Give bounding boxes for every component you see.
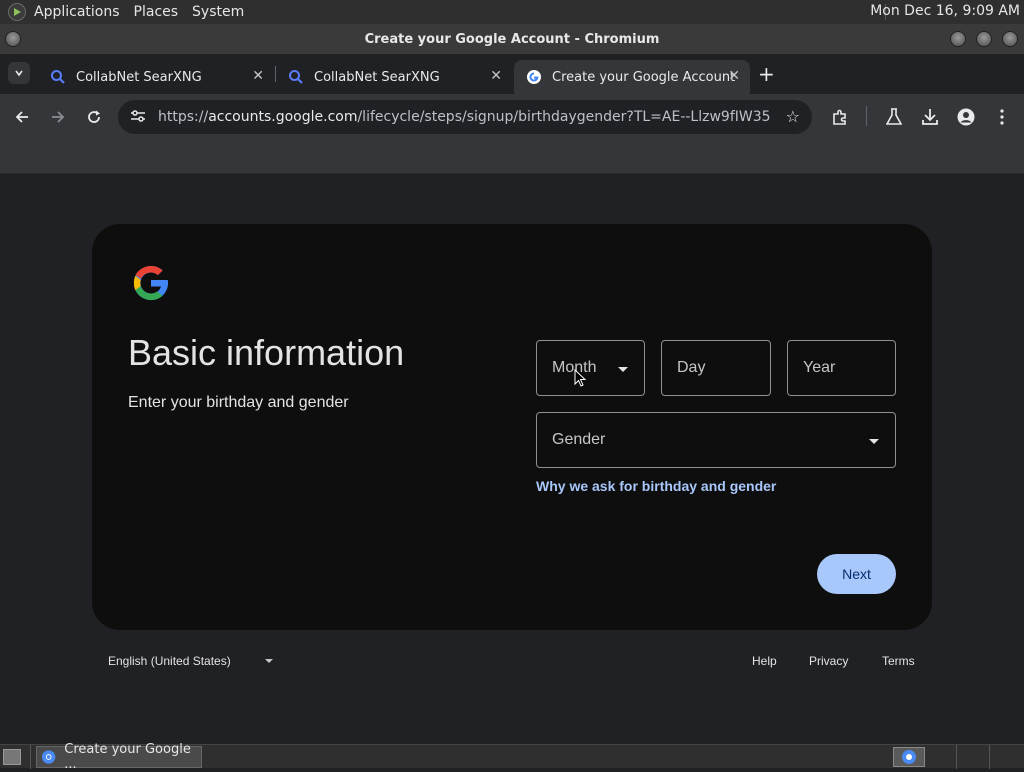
language-selector[interactable]: English (United States) [108, 654, 231, 668]
reload-icon [88, 110, 100, 123]
dropdown-arrow-icon [618, 367, 628, 372]
more-menu-icon[interactable] [991, 106, 1013, 128]
toolbar-separator [866, 106, 867, 126]
tab-divider [275, 66, 276, 82]
download-icon[interactable] [919, 106, 941, 128]
back-button[interactable] [11, 106, 33, 128]
mouse-cursor-icon [574, 369, 586, 387]
help-link[interactable]: Help [752, 654, 777, 668]
month-select[interactable]: Month [536, 340, 645, 396]
tab-searxng-2[interactable]: CollabNet SearXNG ✕ [276, 60, 512, 94]
url-text: https://accounts.google.com/lifecycle/st… [158, 109, 770, 125]
site-info-icon[interactable] [130, 109, 148, 126]
workspace-switcher[interactable] [893, 747, 925, 767]
window-title: Create your Google Account - Chromium [364, 31, 660, 47]
forward-button[interactable] [47, 106, 69, 128]
gender-label: Gender [552, 431, 606, 448]
tab-label: CollabNet SearXNG [314, 69, 440, 85]
bookmark-star-icon[interactable]: ☆ [786, 107, 800, 126]
why-we-ask-link[interactable]: Why we ask for birthday and gender [536, 478, 776, 494]
menu-applications[interactable]: Applications [34, 4, 120, 20]
window-menu-button[interactable] [5, 31, 21, 47]
dropdown-arrow-icon [869, 439, 879, 444]
year-label: Year [803, 359, 836, 376]
minimize-button[interactable] [950, 31, 966, 47]
extensions-icon[interactable] [829, 106, 851, 128]
taskbar-separator [30, 745, 31, 769]
google-g-icon [527, 70, 541, 84]
window-titlebar[interactable]: Create your Google Account - Chromium [0, 24, 1024, 54]
page-title: Basic information [128, 332, 405, 373]
close-window-button[interactable] [1002, 31, 1018, 47]
page-content: Basic information Enter your birthday an… [0, 174, 1024, 744]
bookmarks-bar [0, 140, 1024, 174]
tab-google-account[interactable]: Create your Google Account ✕ [514, 60, 750, 94]
show-desktop-icon[interactable] [3, 749, 21, 765]
close-icon[interactable]: ✕ [490, 68, 502, 84]
bottom-taskbar: Create your Google ... [0, 742, 1024, 772]
new-tab-button[interactable]: + [758, 62, 775, 86]
applications-menu-icon[interactable] [8, 3, 26, 21]
workspace-divider [989, 745, 990, 769]
search-icon [289, 70, 303, 84]
google-logo-icon [133, 265, 169, 301]
page-subtitle: Enter your birthday and gender [128, 394, 349, 411]
maximize-button[interactable] [976, 31, 992, 47]
address-bar[interactable]: https://accounts.google.com/lifecycle/st… [118, 100, 812, 134]
close-icon[interactable]: ✕ [252, 68, 264, 84]
menu-places[interactable]: Places [134, 4, 179, 20]
terms-link[interactable]: Terms [882, 654, 915, 668]
workspace-divider [956, 745, 957, 769]
day-input[interactable]: Day [661, 340, 771, 396]
taskbar-window-chromium[interactable]: Create your Google ... [36, 742, 202, 772]
day-label: Day [677, 359, 706, 376]
arrow-right-icon [52, 111, 65, 123]
tab-label: CollabNet SearXNG [76, 69, 202, 85]
gender-select[interactable]: Gender [536, 412, 896, 468]
tab-label: Create your Google Account [552, 69, 736, 85]
top-panel: Applications Places System Mon Dec 16, 9… [0, 0, 1024, 24]
tab-search-button[interactable] [8, 62, 30, 84]
menu-system[interactable]: System [192, 4, 244, 20]
reload-button[interactable] [83, 106, 105, 128]
tab-strip: CollabNet SearXNG ✕ CollabNet SearXNG ✕ … [0, 54, 1024, 94]
chromium-icon [902, 750, 916, 764]
arrow-left-icon [15, 111, 28, 123]
next-button[interactable]: Next [817, 554, 896, 594]
search-icon [51, 70, 65, 84]
labs-flask-icon[interactable] [883, 106, 905, 128]
browser-toolbar: https://accounts.google.com/lifecycle/st… [0, 94, 1024, 140]
tab-searxng-1[interactable]: CollabNet SearXNG ✕ [38, 60, 274, 94]
profile-avatar-icon[interactable] [955, 106, 977, 128]
dropdown-arrow-icon[interactable] [265, 659, 273, 663]
privacy-link[interactable]: Privacy [809, 654, 848, 668]
chromium-icon [41, 750, 56, 764]
chevron-down-icon [15, 70, 23, 77]
close-icon[interactable]: ✕ [728, 68, 740, 84]
signup-card: Basic information Enter your birthday an… [92, 224, 932, 630]
panel-clock[interactable]: Mon Dec 16, 9:09 AM [870, 3, 1020, 19]
year-input[interactable]: Year [787, 340, 896, 396]
